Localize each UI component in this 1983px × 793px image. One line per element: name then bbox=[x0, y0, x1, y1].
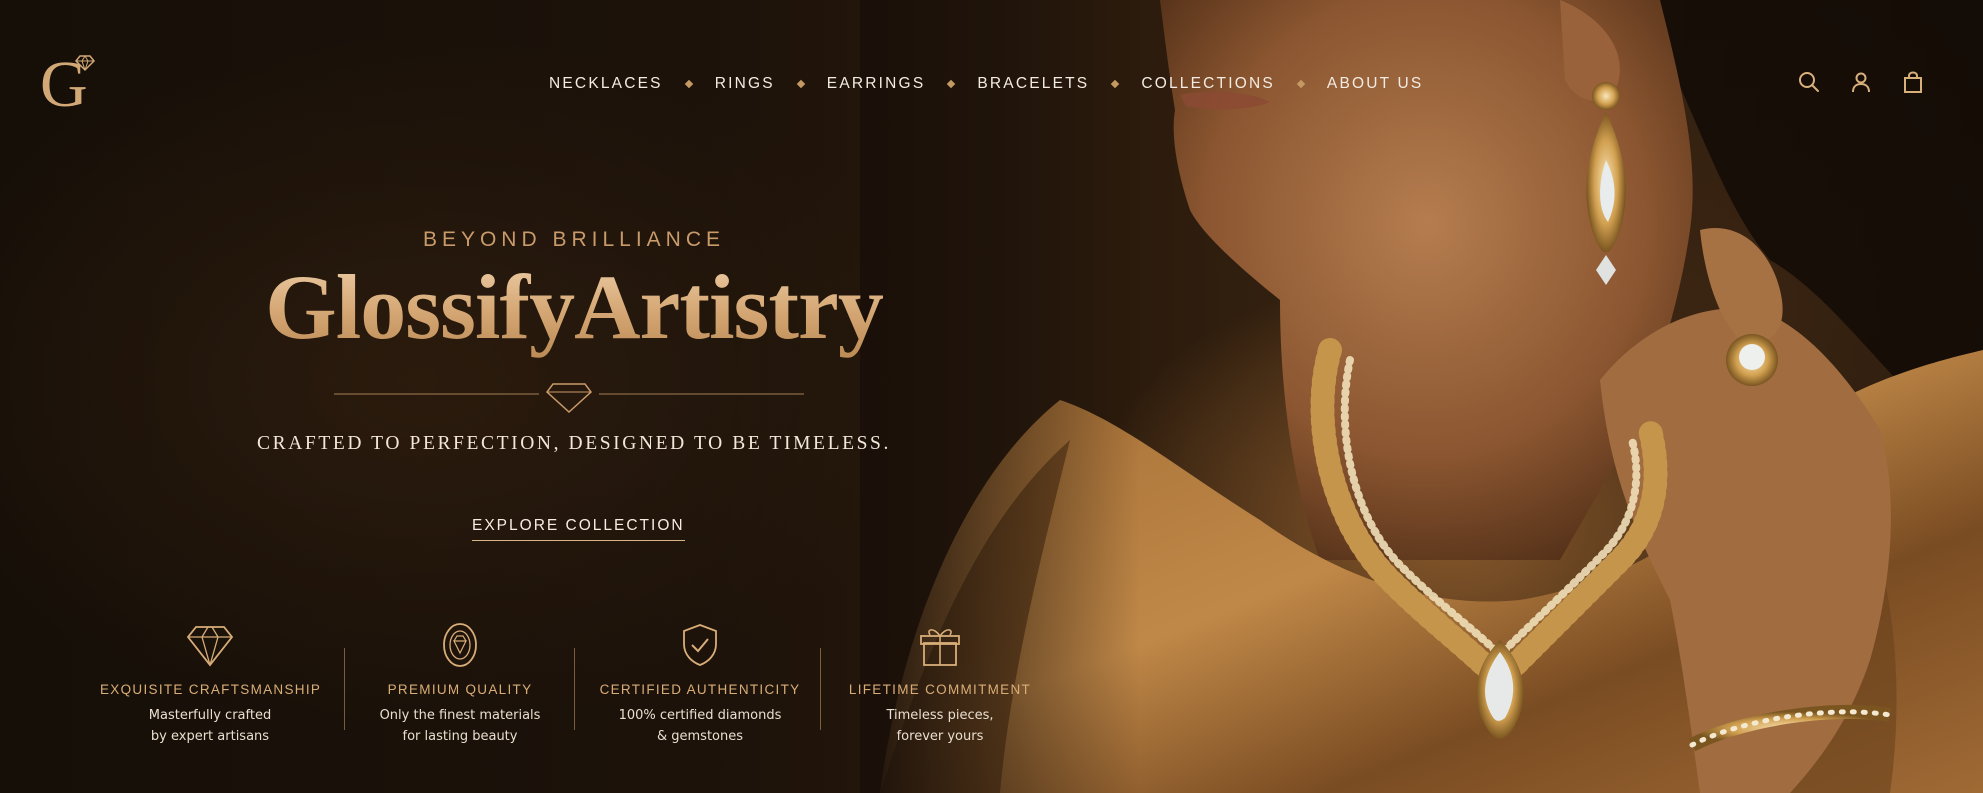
search-icon[interactable] bbox=[1795, 68, 1823, 96]
nav-separator bbox=[796, 79, 806, 89]
hero-banner: G NECKLACES RINGS EARRINGS BRACELETS COL… bbox=[0, 0, 1983, 793]
feature-quality: PREMIUM QUALITY Only the finest material… bbox=[350, 620, 570, 747]
feature-description: Timeless pieces, forever yours bbox=[886, 708, 994, 744]
account-icon[interactable] bbox=[1847, 68, 1875, 96]
svg-text:G: G bbox=[40, 48, 88, 114]
main-nav: NECKLACES RINGS EARRINGS BRACELETS COLLE… bbox=[549, 72, 1423, 96]
feature-description: Only the finest materials for lasting bea… bbox=[379, 708, 541, 744]
shield-check-icon bbox=[580, 620, 820, 670]
nav-necklaces[interactable]: NECKLACES bbox=[549, 75, 663, 93]
feature-divider bbox=[574, 648, 575, 730]
nav-collections[interactable]: COLLECTIONS bbox=[1141, 75, 1275, 93]
nav-rings[interactable]: RINGS bbox=[715, 75, 775, 93]
features-row: EXQUISITE CRAFTSMANSHIP Masterfully craf… bbox=[100, 620, 1040, 760]
nav-separator bbox=[1111, 79, 1120, 89]
header-actions bbox=[1795, 68, 1927, 96]
feature-title: EXQUISITE CRAFTSMANSHIP bbox=[100, 682, 322, 697]
feature-craftsmanship: EXQUISITE CRAFTSMANSHIP Masterfully craf… bbox=[100, 620, 320, 747]
diamond-divider bbox=[334, 383, 804, 414]
feature-authenticity: CERTIFIED AUTHENTICITY 100% certified di… bbox=[580, 620, 820, 747]
feature-commitment: LIFETIME COMMITMENT Timeless pieces, fore… bbox=[830, 620, 1050, 747]
nav-separator bbox=[1296, 79, 1306, 89]
feature-title: LIFETIME COMMITMENT bbox=[848, 682, 1032, 697]
nav-earrings[interactable]: EARRINGS bbox=[827, 75, 926, 93]
brand-logo[interactable]: G bbox=[38, 42, 100, 121]
feature-divider bbox=[820, 648, 821, 730]
gift-icon bbox=[830, 620, 1050, 670]
feature-description: Masterfully crafted by expert artisans bbox=[148, 708, 272, 744]
feature-divider bbox=[344, 648, 345, 730]
nav-bracelets[interactable]: BRACELETS bbox=[977, 75, 1089, 93]
diamond-icon bbox=[100, 620, 320, 670]
gem-medallion-icon bbox=[350, 620, 570, 670]
nav-separator bbox=[684, 79, 693, 89]
explore-collection-button[interactable]: EXPLORE COLLECTION bbox=[472, 517, 685, 541]
feature-title: CERTIFIED AUTHENTICITY bbox=[599, 682, 801, 697]
hero-tagline: CRAFTED TO PERFECTION, DESIGNED TO BE TI… bbox=[257, 433, 891, 454]
feature-description: 100% certified diamonds & gemstones bbox=[618, 708, 782, 744]
shopping-bag-icon[interactable] bbox=[1899, 68, 1927, 96]
brand-name: GlossifyArtistry bbox=[180, 252, 968, 362]
hero-eyebrow: BEYOND BRILLIANCE bbox=[422, 228, 726, 251]
feature-title: PREMIUM QUALITY bbox=[387, 682, 533, 697]
nav-about-us[interactable]: ABOUT US bbox=[1327, 75, 1424, 93]
nav-separator bbox=[947, 79, 956, 89]
